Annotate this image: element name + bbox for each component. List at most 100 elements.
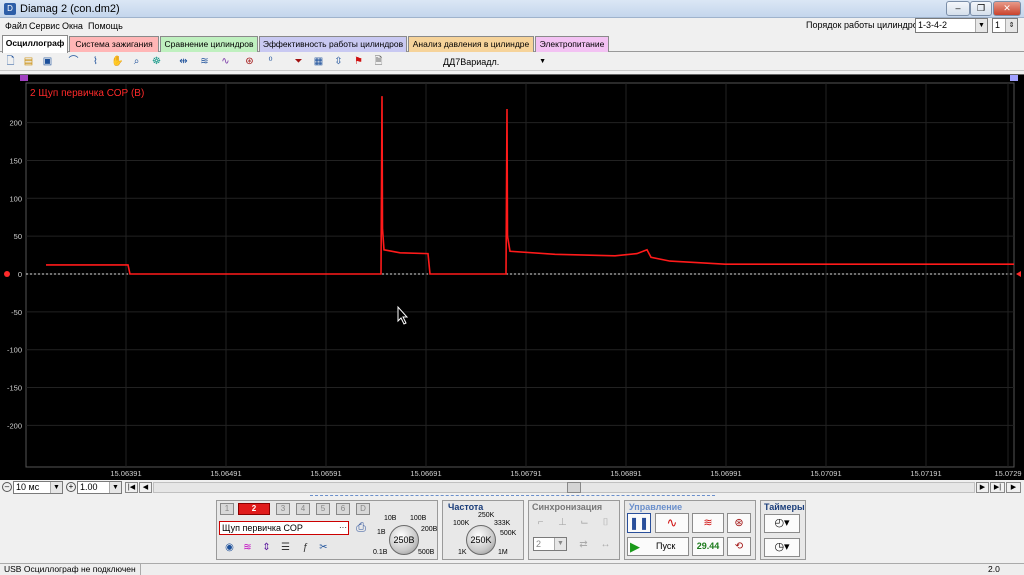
control-heading: Управление: [629, 502, 683, 512]
scroll-start-button[interactable]: |◀: [125, 482, 138, 493]
filter-icon[interactable]: ⏷: [291, 54, 306, 69]
tab-cylinder-compare[interactable]: Сравнение цилиндров: [160, 36, 258, 52]
channel-d-button[interactable]: D: [356, 503, 370, 515]
channel-zero-marker[interactable]: [4, 271, 10, 277]
new-file-icon[interactable]: 🗋: [3, 54, 18, 69]
sync-pulse-icon[interactable]: ⌷: [598, 515, 613, 530]
table-icon[interactable]: ▦: [311, 54, 326, 69]
timebase-value: 10 мс: [16, 482, 40, 492]
split-icon[interactable]: ⇳: [331, 54, 346, 69]
x-tick-label: 15.06691: [410, 469, 441, 478]
flag-icon[interactable]: ⚑: [351, 54, 366, 69]
pause-button[interactable]: ❚❚: [627, 513, 651, 533]
tools-icon[interactable]: ✂: [316, 540, 331, 555]
timers-heading: Таймеры: [764, 502, 805, 512]
tab-oscilloscope[interactable]: Осциллограф: [2, 35, 68, 53]
timer-2-button[interactable]: ◷▾: [764, 538, 800, 557]
sync-rise-icon[interactable]: ⌐: [533, 515, 548, 530]
sine-mode-button[interactable]: ∿: [655, 513, 689, 533]
tab-pressure-analysis[interactable]: Анализ давления в цилиндре: [408, 36, 534, 52]
zoom-out-icon[interactable]: –: [2, 482, 12, 492]
channel-combo[interactable]: ДД7Вариадл. ▼: [440, 55, 548, 69]
scroll-right-button[interactable]: ▶: [976, 482, 989, 493]
fps-value: 29.44: [696, 541, 720, 551]
x-tick-label: 15.06991: [710, 469, 741, 478]
probe-name-value: Щуп первичка СОР: [222, 523, 303, 533]
right-marker[interactable]: [1010, 75, 1018, 81]
timer-1-button[interactable]: ◴▾: [764, 514, 800, 533]
sync-step-icon[interactable]: ⊥: [555, 515, 570, 530]
hand-icon[interactable]: ✋: [110, 54, 125, 69]
range-marker: [310, 495, 715, 497]
lines-icon[interactable]: ☰: [278, 540, 293, 555]
marker-icon[interactable]: ☸: [149, 54, 164, 69]
freq-label-500k: 500K: [500, 530, 517, 537]
zero-icon[interactable]: ⁰: [263, 54, 278, 69]
oscilloscope-plot[interactable]: 200 150 100 50 0 -50 -100 -150 -200 15.06391 15.0…: [0, 74, 1024, 480]
y-tick-label: -200: [7, 421, 22, 430]
sync-both-icon[interactable]: ↔: [598, 537, 613, 552]
start-button[interactable]: ▶ Пуск: [627, 537, 689, 556]
save-icon[interactable]: ▣: [40, 54, 55, 69]
horizontal-scrollbar[interactable]: [153, 482, 975, 493]
auto-mode-button[interactable]: ⊛: [727, 513, 751, 533]
y-tick-label: 0: [18, 270, 22, 279]
channel-2-button[interactable]: 2: [238, 503, 270, 515]
auto-stop-button[interactable]: ⟲: [727, 537, 751, 556]
compress-icon[interactable]: ∿: [218, 54, 233, 69]
channel-right-marker: [1016, 271, 1021, 277]
chevron-down-icon: ▼: [975, 19, 987, 32]
cylinder-spin-value: 1: [995, 20, 1001, 30]
zoom-icon[interactable]: ⌕: [129, 54, 144, 69]
cylinder-order-select[interactable]: 1-3-4-2 ▼: [915, 18, 988, 33]
channel-3-button[interactable]: 3: [276, 503, 290, 515]
frequency-knob[interactable]: 250K: [466, 525, 496, 555]
plot-border: [25, 82, 1015, 468]
zoom-select[interactable]: 1.00 ▼: [77, 481, 122, 494]
scroll-left-button[interactable]: ◀: [139, 482, 152, 493]
app-icon[interactable]: D: [4, 3, 16, 15]
trigger-icon[interactable]: ⌇: [88, 54, 103, 69]
cylinder-spin[interactable]: 1 ⇕: [992, 18, 1018, 33]
channel-4-button[interactable]: 4: [296, 503, 310, 515]
voltage-knob[interactable]: 250В: [389, 525, 419, 555]
tab-power-supply[interactable]: Электропитание: [535, 36, 609, 52]
page-icon[interactable]: 🗎: [371, 54, 386, 69]
menu-windows[interactable]: Окна: [62, 20, 83, 32]
sync-mode-icon[interactable]: ⇄: [576, 537, 591, 552]
tab-cylinder-efficiency[interactable]: Эффективность работы цилиндров: [259, 36, 407, 52]
sync-fall-icon[interactable]: ⌙: [577, 515, 592, 530]
menu-file[interactable]: Файл: [5, 20, 27, 32]
probe-settings-icon[interactable]: ⎙: [353, 520, 369, 536]
waves-icon[interactable]: ≋: [197, 54, 212, 69]
auto-icon[interactable]: ⊛: [242, 54, 257, 69]
close-button[interactable]: ✕: [993, 1, 1021, 16]
scrollbar-thumb[interactable]: [567, 482, 581, 493]
channel-1-button[interactable]: 1: [220, 503, 234, 515]
sync-channel-select[interactable]: 2 ▼: [533, 537, 567, 551]
tab-ignition[interactable]: Система зажигания: [69, 36, 159, 52]
menu-help[interactable]: Помощь: [88, 20, 123, 32]
signal-icon[interactable]: ≋: [240, 540, 255, 555]
channel-5-button[interactable]: 5: [316, 503, 330, 515]
probe-icon[interactable]: ⌒: [66, 54, 81, 69]
zoom-in-icon[interactable]: +: [66, 482, 76, 492]
scroll-end-button[interactable]: ▶|: [990, 482, 1005, 493]
menu-service[interactable]: Сервис: [29, 20, 60, 32]
wave-mode-button[interactable]: ≋: [692, 513, 724, 533]
invert-icon[interactable]: ⇕: [259, 540, 274, 555]
play-scroll-button[interactable]: ▶: [1006, 482, 1021, 493]
function-icon[interactable]: ƒ: [298, 540, 313, 555]
probe-name-field[interactable]: Щуп первичка СОР ···: [219, 521, 349, 535]
expand-icon[interactable]: ⇹: [176, 54, 191, 69]
left-marker[interactable]: [20, 75, 28, 81]
open-folder-icon[interactable]: ▤: [21, 54, 36, 69]
chart-title: 2 Щуп первичка СОР (В): [30, 88, 144, 99]
minimize-button[interactable]: –: [946, 1, 970, 16]
x-tick-label: 15.06591: [310, 469, 341, 478]
timebase-select[interactable]: 10 мс ▼: [13, 481, 63, 494]
eye-icon[interactable]: ◉: [222, 540, 237, 555]
frequency-knob-value: 250K: [470, 535, 492, 545]
maximize-button[interactable]: ❐: [970, 1, 992, 16]
channel-6-button[interactable]: 6: [336, 503, 350, 515]
